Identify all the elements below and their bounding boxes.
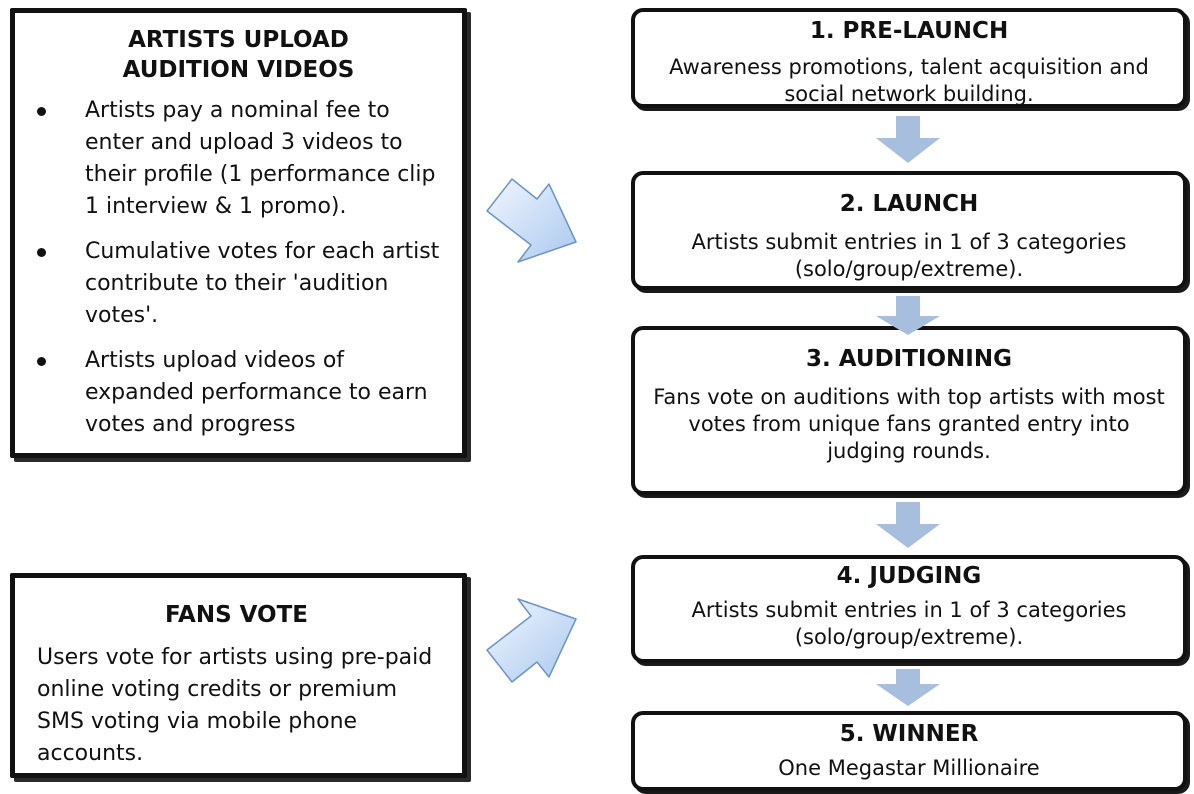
flow-arrows — [486, 116, 940, 706]
diagonal-right-arrow-icon — [486, 598, 577, 683]
down-arrow-icon — [876, 669, 940, 706]
down-arrow-icon — [876, 116, 940, 163]
down-arrow-icon — [876, 502, 940, 548]
diagonal-right-arrow-icon — [486, 178, 577, 263]
down-arrow-icon — [876, 296, 940, 335]
